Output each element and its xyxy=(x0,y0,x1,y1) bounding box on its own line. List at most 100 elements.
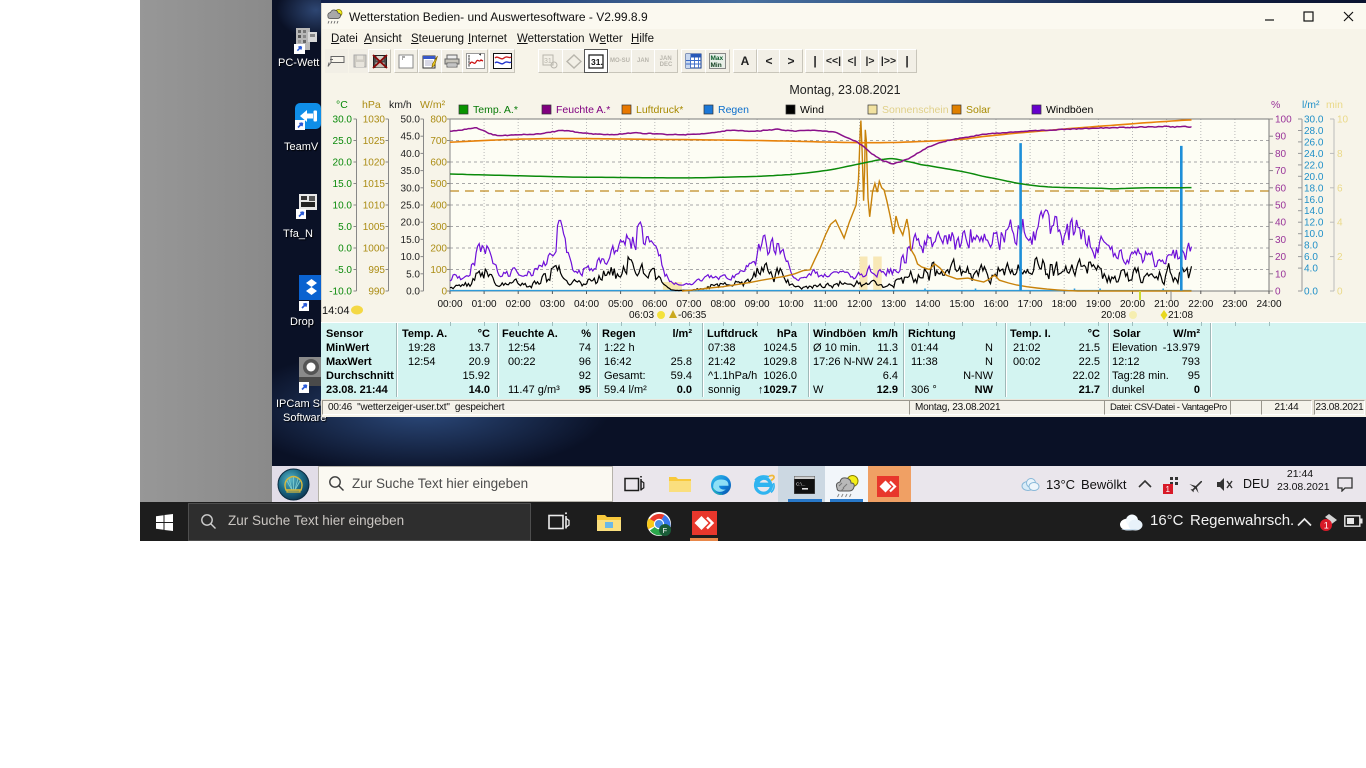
svg-text:2: 2 xyxy=(1337,252,1343,263)
svg-text:5.0: 5.0 xyxy=(406,269,420,280)
svg-text:Regen: Regen xyxy=(718,104,749,116)
svg-text:km/h: km/h xyxy=(389,99,412,111)
svg-text:100: 100 xyxy=(430,265,447,276)
svg-text:100: 100 xyxy=(1275,115,1292,126)
svg-text:Feuchte A.*: Feuchte A.* xyxy=(556,104,610,116)
svg-text:%: % xyxy=(1271,99,1280,111)
svg-text:20.0: 20.0 xyxy=(1304,172,1324,183)
svg-text:15:00: 15:00 xyxy=(949,299,974,310)
svg-text:Temp. A.*: Temp. A.* xyxy=(473,104,518,116)
svg-text:5.0: 5.0 xyxy=(338,222,352,233)
svg-text:700: 700 xyxy=(430,136,447,147)
svg-text:8.0: 8.0 xyxy=(1304,241,1318,252)
svg-text:18.0: 18.0 xyxy=(1304,183,1324,194)
svg-text:0: 0 xyxy=(1275,287,1281,298)
svg-text:07:00: 07:00 xyxy=(676,299,701,310)
svg-text:1015: 1015 xyxy=(363,179,386,190)
svg-text:14:04: 14:04 xyxy=(322,305,350,317)
svg-text:20:00: 20:00 xyxy=(1120,299,1145,310)
svg-text:14.0: 14.0 xyxy=(1304,206,1324,217)
svg-text:30: 30 xyxy=(1275,235,1287,246)
svg-text:04:00: 04:00 xyxy=(574,299,599,310)
svg-text:995: 995 xyxy=(368,265,385,276)
svg-text:40: 40 xyxy=(1275,218,1287,229)
svg-text:4.0: 4.0 xyxy=(1304,264,1318,275)
svg-text:Wind: Wind xyxy=(800,104,824,116)
svg-text:30.0: 30.0 xyxy=(401,183,421,194)
svg-text:50.0: 50.0 xyxy=(401,115,421,126)
svg-text:10: 10 xyxy=(1275,269,1287,280)
svg-text:10:00: 10:00 xyxy=(779,299,804,310)
svg-text:6.0: 6.0 xyxy=(1304,252,1318,263)
svg-text:W/m²: W/m² xyxy=(420,99,446,111)
svg-text:-10.0: -10.0 xyxy=(329,287,352,298)
svg-text:23:00: 23:00 xyxy=(1222,299,1247,310)
svg-text:0.0: 0.0 xyxy=(1304,287,1318,298)
svg-text:1005: 1005 xyxy=(363,222,386,233)
svg-text:8: 8 xyxy=(1337,149,1343,160)
svg-text:90: 90 xyxy=(1275,132,1287,143)
svg-text:40.0: 40.0 xyxy=(401,149,421,160)
svg-text:10.0: 10.0 xyxy=(401,252,421,263)
svg-text:80: 80 xyxy=(1275,149,1287,160)
svg-text:22:00: 22:00 xyxy=(1188,299,1213,310)
svg-text:hPa: hPa xyxy=(362,99,381,111)
svg-text:l/m²: l/m² xyxy=(1302,99,1320,111)
svg-text:C:\...: C:\... xyxy=(796,482,806,487)
svg-text:Montag, 23.08.2021: Montag, 23.08.2021 xyxy=(789,83,900,97)
svg-text:60: 60 xyxy=(1275,183,1287,194)
svg-text:24:00: 24:00 xyxy=(1256,299,1281,310)
svg-text:15.0: 15.0 xyxy=(401,235,421,246)
svg-text:0: 0 xyxy=(1337,287,1343,298)
svg-text:1025: 1025 xyxy=(363,136,386,147)
svg-text:min: min xyxy=(1326,99,1343,111)
svg-text:20:08: 20:08 xyxy=(1101,310,1126,321)
svg-text:0.0: 0.0 xyxy=(406,287,420,298)
svg-text:200: 200 xyxy=(430,244,447,255)
svg-text:1010: 1010 xyxy=(363,201,386,212)
svg-text:990: 990 xyxy=(368,287,385,298)
svg-text:18:00: 18:00 xyxy=(1052,299,1077,310)
svg-text:6: 6 xyxy=(1337,183,1343,194)
svg-text:35.0: 35.0 xyxy=(401,166,421,177)
svg-text:10: 10 xyxy=(1337,115,1349,126)
svg-text:31.: 31. xyxy=(591,57,603,67)
svg-text:500: 500 xyxy=(430,179,447,190)
svg-text:Solar: Solar xyxy=(966,104,991,116)
svg-text:24.0: 24.0 xyxy=(1304,149,1324,160)
svg-text:14:00: 14:00 xyxy=(915,299,940,310)
svg-text:10.0: 10.0 xyxy=(1304,229,1324,240)
svg-text:16.0: 16.0 xyxy=(1304,195,1324,206)
svg-text:400: 400 xyxy=(430,201,447,212)
svg-text:1020: 1020 xyxy=(363,158,386,169)
svg-text:15.0: 15.0 xyxy=(333,179,353,190)
svg-text:1030: 1030 xyxy=(363,115,386,126)
svg-text:45.0: 45.0 xyxy=(401,132,421,143)
svg-text:21:08: 21:08 xyxy=(1168,310,1193,321)
svg-text:Max: Max xyxy=(711,55,724,62)
svg-text:08:00: 08:00 xyxy=(710,299,735,310)
svg-text:19:00: 19:00 xyxy=(1086,299,1111,310)
svg-text:12:00: 12:00 xyxy=(847,299,872,310)
svg-text:4: 4 xyxy=(1337,218,1343,229)
svg-text:1000: 1000 xyxy=(363,244,386,255)
svg-text:11:00: 11:00 xyxy=(813,299,838,310)
svg-text:00:00: 00:00 xyxy=(437,299,462,310)
svg-text:50: 50 xyxy=(1275,201,1287,212)
svg-text:1: 1 xyxy=(1324,521,1329,531)
svg-text:05:00: 05:00 xyxy=(608,299,633,310)
svg-text:30.0: 30.0 xyxy=(333,115,353,126)
svg-text:06:00: 06:00 xyxy=(642,299,667,310)
svg-text:13:00: 13:00 xyxy=(881,299,906,310)
svg-text:17:00: 17:00 xyxy=(1018,299,1043,310)
svg-text:1: 1 xyxy=(1166,485,1171,494)
svg-text:30.0: 30.0 xyxy=(1304,115,1324,126)
svg-text:-06:35: -06:35 xyxy=(678,310,707,321)
svg-text:22.0: 22.0 xyxy=(1304,160,1324,171)
svg-text:20.0: 20.0 xyxy=(333,158,353,169)
svg-text:20: 20 xyxy=(1275,252,1287,263)
svg-text:02:00: 02:00 xyxy=(506,299,531,310)
svg-text:-5.0: -5.0 xyxy=(335,265,353,276)
svg-text:F: F xyxy=(663,526,668,535)
svg-text:Luftdruck*: Luftdruck* xyxy=(636,104,683,116)
